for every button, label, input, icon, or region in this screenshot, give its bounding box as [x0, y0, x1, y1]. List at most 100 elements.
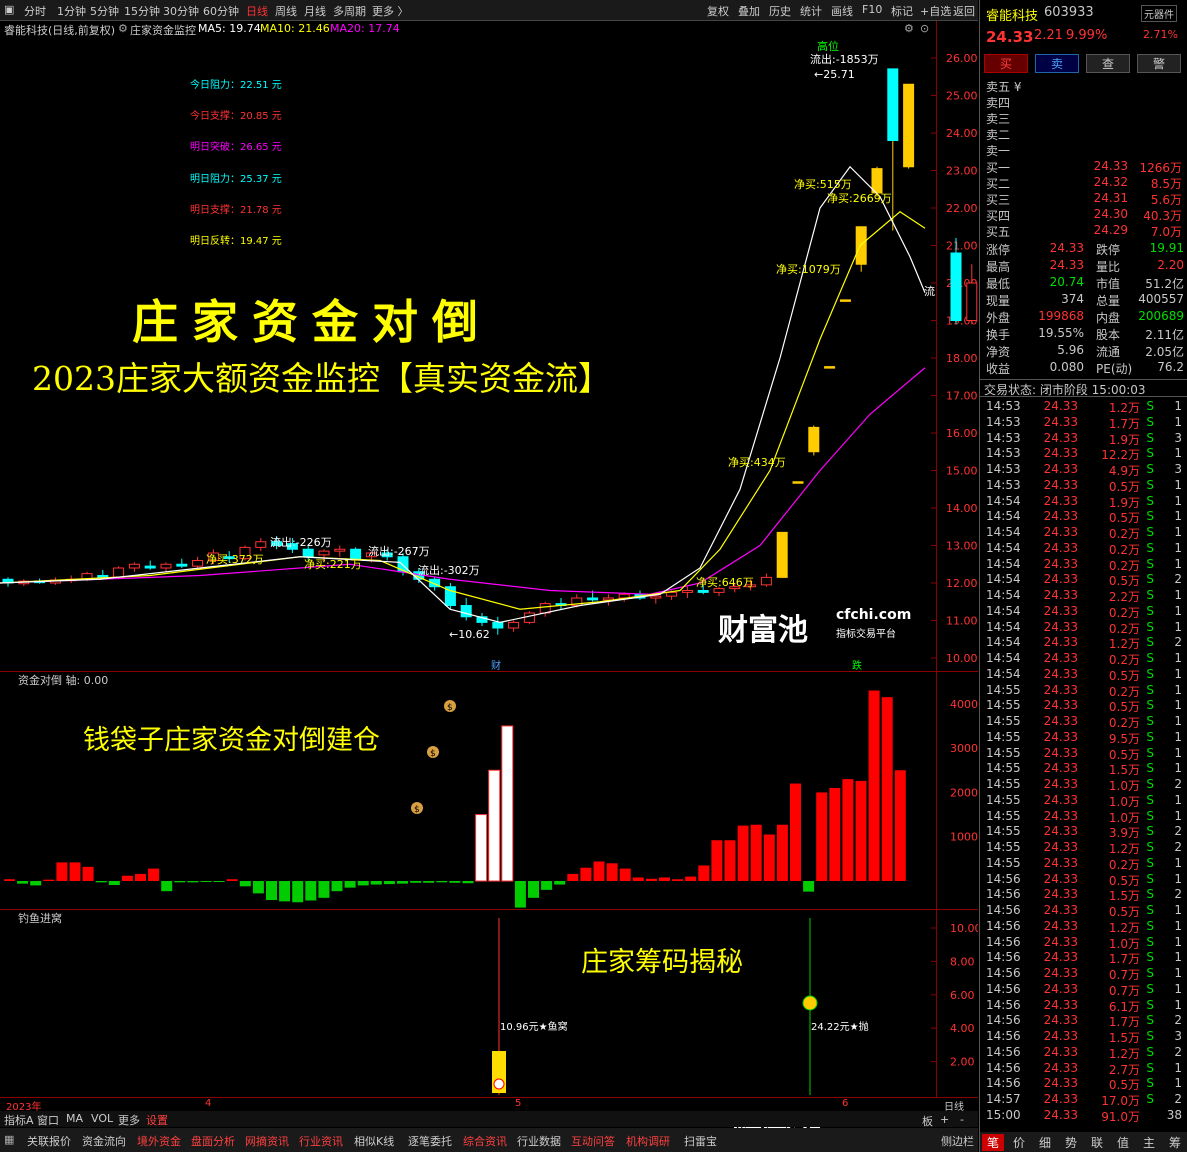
btab-industry-data[interactable]: 行业数据: [517, 1133, 561, 1149]
candle-body: [776, 531, 788, 578]
tf-multi[interactable]: 多周期: [333, 3, 366, 19]
tool-stats[interactable]: 统计: [800, 3, 822, 19]
ftab-chips[interactable]: 筹: [1164, 1134, 1186, 1151]
tab-vol[interactable]: VOL: [91, 1112, 113, 1125]
menu-icon[interactable]: ▦: [4, 1133, 14, 1146]
tf-60min[interactable]: 60分钟: [203, 3, 239, 19]
tf-30min[interactable]: 30分钟: [163, 3, 199, 19]
flow-bar: [803, 881, 815, 892]
capital-flow-chart[interactable]: 资金对倒 轴: 0.00 4000 3000 2000 1000 $ $ $: [0, 671, 978, 909]
tf-weekly[interactable]: 周线: [275, 3, 297, 19]
tf-daily[interactable]: 日线: [246, 3, 268, 19]
tf-15min[interactable]: 15分钟: [124, 3, 160, 19]
sidebar-toggle[interactable]: 侧边栏: [941, 1133, 974, 1149]
tf-5min[interactable]: 5分钟: [90, 3, 119, 19]
tick-row-cell: 2: [1174, 1092, 1182, 1106]
flow-bar: [69, 862, 81, 881]
ftab-trades[interactable]: 笔: [982, 1134, 1004, 1151]
tab-settings[interactable]: 设置: [146, 1112, 168, 1128]
tick-row-cell: 1: [1174, 399, 1182, 413]
tab-window[interactable]: 窗口: [37, 1112, 59, 1128]
ftab-price[interactable]: 价: [1008, 1134, 1030, 1151]
tick-row-cell: 14:56: [986, 950, 1021, 965]
btab-scan[interactable]: 扫雷宝: [684, 1133, 717, 1149]
bid-row: 买四 24.30 40.3万: [980, 206, 1187, 223]
sub1-title: 资金对倒 轴: 0.00: [18, 673, 108, 687]
flow-bar: [475, 814, 488, 882]
flow-bar: [370, 881, 382, 885]
tf-1min[interactable]: 1分钟: [57, 3, 86, 19]
tab-more[interactable]: 更多: [118, 1112, 140, 1128]
stat-row-cell: 跌停: [1096, 243, 1121, 257]
tf-monthly[interactable]: 月线: [304, 3, 326, 19]
tf-fenshi[interactable]: 分时: [24, 3, 46, 19]
btab-news[interactable]: 网摘资讯: [245, 1133, 289, 1149]
tool-f10[interactable]: F10: [862, 3, 882, 16]
tick-row-cell: 14:53: [986, 399, 1021, 413]
tick-row-cell: S: [1146, 572, 1154, 587]
tool-back[interactable]: 返回: [953, 3, 975, 19]
tick-row-cell: 24.33: [1043, 808, 1078, 823]
flow-bar: [43, 879, 55, 881]
ftab-value[interactable]: 值: [1112, 1134, 1134, 1151]
sell-button[interactable]: 卖: [1035, 54, 1079, 73]
tick-row-cell: S: [1146, 714, 1154, 728]
ftab-main[interactable]: 主: [1138, 1134, 1160, 1151]
zoom-in-button[interactable]: +: [940, 1113, 949, 1126]
ftab-trend[interactable]: 势: [1060, 1134, 1082, 1151]
btab-industry-news[interactable]: 行业资讯: [299, 1133, 343, 1149]
settings-icon[interactable]: ⚙: [904, 22, 914, 35]
btab-foreign[interactable]: 境外资金: [137, 1133, 181, 1149]
stat-row-cell: 股本: [1096, 328, 1121, 342]
tf-more[interactable]: 更多 〉: [372, 3, 409, 19]
bid-row-cell: 24.33: [1093, 159, 1128, 173]
ftab-detail[interactable]: 细: [1034, 1134, 1056, 1151]
axis-label: 11.00: [946, 615, 978, 628]
gear-icon[interactable]: ⚙: [118, 22, 128, 35]
tick-row: 14:55 24.33 0.2万 S 1: [980, 855, 1187, 872]
collapse-icon[interactable]: ⊙: [920, 22, 929, 35]
tick-row-cell: 38: [1166, 1107, 1182, 1122]
tick-row-cell: 24.33: [1043, 619, 1078, 634]
btab-analysis[interactable]: 盘面分析: [191, 1133, 235, 1149]
btab-qa[interactable]: 互动问答: [571, 1133, 615, 1149]
tool-add-favorite[interactable]: +自选: [920, 3, 951, 19]
flow-bar: [763, 834, 775, 881]
tick-row-cell: 1: [1174, 855, 1182, 870]
tick-row-cell: 24.33: [1043, 477, 1078, 492]
query-button[interactable]: 查: [1086, 54, 1130, 73]
axis-label: 16.00: [946, 427, 978, 440]
tool-overlay[interactable]: 叠加: [738, 3, 760, 19]
tool-mark[interactable]: 标记: [891, 3, 913, 19]
tool-history[interactable]: 历史: [769, 3, 791, 19]
tick-row-cell: 15:00: [986, 1107, 1021, 1122]
fishing-chart[interactable]: 钓鱼进窝 10.00 8.00 6.00 4.00 2.00 10.96元★鱼窝 24.22元…: [0, 909, 978, 1097]
flow-bar: [161, 881, 173, 892]
tick-row-cell: 14:54: [986, 556, 1021, 571]
axis-label: 12.00: [946, 577, 978, 590]
flow-bar: [436, 881, 448, 883]
btab-similar-k[interactable]: 相似K线: [354, 1133, 394, 1149]
sector-tag[interactable]: 元器件: [1141, 5, 1177, 22]
tool-draw[interactable]: 画线: [831, 3, 853, 19]
tick-row-cell: 1: [1174, 619, 1182, 634]
btab-related[interactable]: 关联报价: [27, 1133, 71, 1149]
zoom-out-button[interactable]: -: [960, 1113, 964, 1126]
ask-row: 卖二: [980, 125, 1187, 142]
indicator-name[interactable]: 庄家资金监控: [130, 22, 196, 38]
bid-row: 买二 24.32 8.5万: [980, 174, 1187, 191]
tool-fuquan[interactable]: 复权: [707, 3, 729, 19]
alert-button[interactable]: 警: [1137, 54, 1181, 73]
ftab-linked[interactable]: 联: [1086, 1134, 1108, 1151]
ask-row-cell: 卖一: [986, 144, 1011, 158]
buy-button[interactable]: 买: [984, 54, 1028, 73]
btab-info[interactable]: 综合资讯: [463, 1133, 507, 1149]
tab-indicator-a[interactable]: 指标A: [4, 1112, 34, 1128]
btab-research[interactable]: 机构调研: [626, 1133, 670, 1149]
btab-capital[interactable]: 资金流向: [82, 1133, 126, 1149]
tab-ma[interactable]: MA: [66, 1112, 83, 1125]
btn-board[interactable]: 板: [922, 1113, 933, 1129]
btab-orders[interactable]: 逐笔委托: [408, 1133, 452, 1149]
tick-row: 14:54 24.33 1.9万 S 1: [980, 493, 1187, 510]
indicator-tabbar: 指标A 窗口 MA VOL 更多 设置: [0, 1111, 978, 1127]
